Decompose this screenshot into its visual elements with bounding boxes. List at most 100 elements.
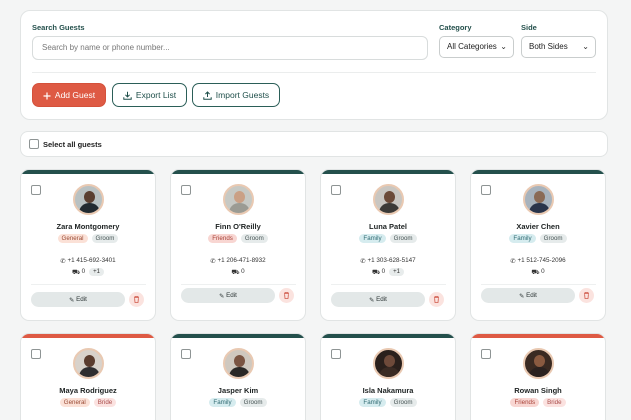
avatar bbox=[223, 184, 254, 215]
delete-button[interactable] bbox=[279, 288, 294, 303]
guest-checkbox[interactable] bbox=[181, 185, 191, 195]
category-select[interactable]: All Categories ⌄ bbox=[439, 36, 514, 58]
download-icon bbox=[123, 91, 132, 100]
side-badge: Groom bbox=[389, 398, 417, 407]
card-divider bbox=[31, 284, 146, 285]
side-badge: Groom bbox=[91, 234, 119, 243]
guest-card: Xavier Chen Family Groom ✆ +1 512-745-209… bbox=[470, 169, 606, 321]
trash-icon bbox=[284, 292, 289, 299]
plus-one-badge: +1 bbox=[89, 268, 105, 276]
category-badge: General bbox=[57, 234, 88, 243]
avatar bbox=[373, 348, 404, 379]
car-icon: ⛟ bbox=[231, 269, 240, 276]
side-badge: Bride bbox=[93, 398, 117, 407]
guest-card: Isla Nakamura Family Groom bbox=[320, 333, 456, 420]
category-label: Category bbox=[439, 23, 472, 32]
car-count: 0 bbox=[541, 268, 545, 275]
avatar bbox=[73, 184, 104, 215]
trash-icon bbox=[584, 292, 589, 299]
category-badge: Family bbox=[209, 398, 236, 407]
edit-button[interactable]: ✎ Edit bbox=[331, 292, 425, 307]
import-guests-button[interactable]: Import Guests bbox=[192, 83, 280, 107]
side-badge: Bride bbox=[543, 398, 566, 407]
guest-card: Maya Rodriguez General Bride bbox=[20, 333, 156, 420]
car-icon: ⛟ bbox=[71, 269, 80, 276]
car-count: 0 bbox=[381, 268, 386, 275]
trash-icon bbox=[434, 296, 439, 303]
guest-checkbox[interactable] bbox=[181, 349, 191, 359]
side-band bbox=[21, 170, 155, 174]
guest-checkbox[interactable] bbox=[331, 185, 341, 195]
phone-icon: ✆ bbox=[510, 258, 516, 265]
side-band bbox=[471, 334, 605, 338]
chevron-down-icon: ⌄ bbox=[500, 42, 507, 51]
plus-icon bbox=[43, 92, 51, 100]
guest-checkbox[interactable] bbox=[481, 349, 491, 359]
car-count: 0 bbox=[81, 268, 86, 275]
pencil-icon: ✎ bbox=[219, 293, 225, 300]
upload-icon bbox=[203, 91, 212, 100]
card-divider bbox=[481, 284, 596, 285]
trash-icon bbox=[134, 296, 139, 303]
select-all-label: Select all guests bbox=[43, 140, 102, 149]
phone-icon: ✆ bbox=[210, 258, 216, 265]
phone-number: ✆ +1 206-471-8932 bbox=[210, 257, 266, 265]
phone-number: ✆ +1 512-745-2096 bbox=[510, 257, 566, 265]
delete-button[interactable] bbox=[129, 292, 144, 307]
guest-name: Isla Nakamura bbox=[362, 386, 414, 395]
guest-name: Luna Patel bbox=[369, 222, 407, 231]
export-list-button[interactable]: Export List bbox=[112, 83, 187, 107]
phone-number: ✆ +1 415-692-3401 bbox=[60, 257, 116, 265]
side-band bbox=[321, 170, 455, 174]
category-badge: Family bbox=[359, 398, 386, 407]
search-input[interactable]: Search by name or phone number... bbox=[32, 36, 428, 60]
guest-meta: ⛟ 0 +1 bbox=[21, 268, 155, 277]
side-band bbox=[171, 170, 305, 174]
car-icon: ⛟ bbox=[371, 269, 380, 276]
guest-card: Rowan Singh Friends Bride bbox=[470, 333, 606, 420]
edit-button[interactable]: ✎ Edit bbox=[31, 292, 125, 307]
side-badge: Groom bbox=[239, 398, 267, 407]
guest-name: Maya Rodriguez bbox=[59, 386, 117, 395]
delete-button[interactable] bbox=[429, 292, 444, 307]
chevron-down-icon: ⌄ bbox=[582, 42, 589, 51]
guest-name: Jasper Kim bbox=[217, 386, 259, 395]
pencil-icon: ✎ bbox=[69, 297, 75, 304]
select-all-checkbox[interactable] bbox=[29, 139, 39, 149]
side-value: Both Sides bbox=[529, 42, 568, 51]
card-divider bbox=[181, 284, 296, 285]
car-count: 0 bbox=[241, 268, 245, 275]
guest-checkbox[interactable] bbox=[31, 185, 41, 195]
avatar bbox=[73, 348, 104, 379]
delete-button[interactable] bbox=[579, 288, 594, 303]
category-value: All Categories bbox=[447, 42, 497, 51]
guest-meta: ⛟ 0 +1 bbox=[321, 268, 455, 277]
import-guests-label: Import Guests bbox=[215, 90, 270, 100]
guest-checkbox[interactable] bbox=[481, 185, 491, 195]
search-label: Search Guests bbox=[32, 23, 85, 32]
guest-meta: ⛟ 0 bbox=[471, 268, 605, 277]
guest-card: Jasper Kim Family Groom bbox=[170, 333, 306, 420]
side-select[interactable]: Both Sides ⌄ bbox=[521, 36, 596, 58]
guest-checkbox[interactable] bbox=[331, 349, 341, 359]
phone-icon: ✆ bbox=[60, 258, 66, 265]
avatar bbox=[223, 348, 254, 379]
edit-button[interactable]: ✎ Edit bbox=[181, 288, 275, 303]
side-badge: Groom bbox=[539, 234, 567, 243]
export-list-label: Export List bbox=[135, 90, 177, 100]
category-badge: Friends bbox=[208, 234, 237, 243]
side-band bbox=[471, 170, 605, 174]
avatar bbox=[523, 348, 554, 379]
add-guest-button[interactable]: Add Guest bbox=[32, 83, 106, 107]
filter-panel: Search Guests Search by name or phone nu… bbox=[20, 10, 608, 120]
select-all-bar: Select all guests bbox=[20, 131, 608, 157]
avatar bbox=[523, 184, 554, 215]
guest-name: Xavier Chen bbox=[516, 222, 560, 231]
guest-name: Finn O'Reilly bbox=[215, 222, 261, 231]
edit-button[interactable]: ✎ Edit bbox=[481, 288, 575, 303]
side-badge: Groom bbox=[240, 234, 268, 243]
side-band bbox=[321, 334, 455, 338]
guest-checkbox[interactable] bbox=[31, 349, 41, 359]
side-label: Side bbox=[521, 23, 537, 32]
guest-meta: ⛟ 0 bbox=[171, 268, 305, 277]
